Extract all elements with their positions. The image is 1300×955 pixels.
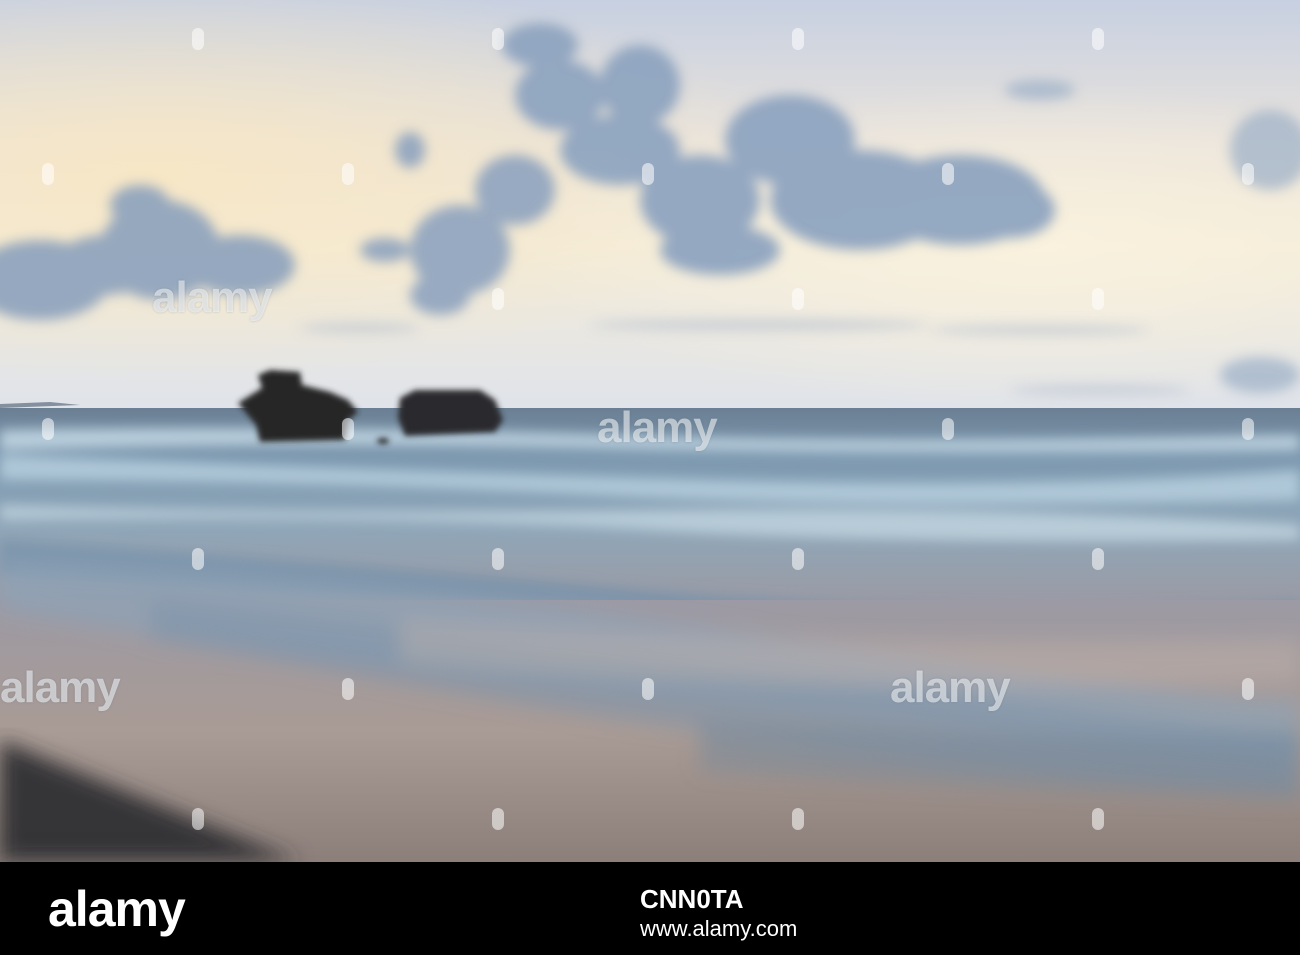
watermark-mark <box>1242 418 1254 440</box>
image-id: CNN0TA <box>640 884 744 914</box>
stock-photo-page: alamy alamy alamy alamy alamy CNN0TA www… <box>0 0 1300 955</box>
watermark-mark <box>942 163 954 185</box>
watermark-mark <box>192 548 204 570</box>
watermark-mark <box>42 163 54 185</box>
rock-right <box>398 390 503 436</box>
watermark-text: alamy <box>890 663 1011 712</box>
watermark-mark <box>342 163 354 185</box>
watermark-mark <box>492 28 504 50</box>
watermark-mark <box>792 808 804 830</box>
watermark-mark <box>792 28 804 50</box>
watermark-mark <box>1242 678 1254 700</box>
watermark-mark <box>792 548 804 570</box>
watermark-mark <box>642 163 654 185</box>
watermark-mark <box>492 288 504 310</box>
watermark-text: alamy <box>597 403 718 452</box>
watermark-mark <box>942 418 954 440</box>
footer-url[interactable]: www.alamy.com <box>640 916 797 942</box>
watermark-mark <box>1092 548 1104 570</box>
watermark-mark <box>1092 28 1104 50</box>
watermark-mark <box>492 548 504 570</box>
beach-photo: alamy alamy alamy alamy <box>0 0 1300 862</box>
watermark-mark <box>192 28 204 50</box>
watermark-mark <box>1092 288 1104 310</box>
watermark-mark <box>642 678 654 700</box>
watermark-mark <box>342 678 354 700</box>
watermark-mark <box>42 418 54 440</box>
watermark-mark <box>792 288 804 310</box>
watermark-mark <box>192 808 204 830</box>
footer-logo: alamy <box>48 881 186 937</box>
watermark-text: alamy <box>152 273 273 322</box>
watermark-mark <box>492 808 504 830</box>
watermark-text: alamy <box>0 663 121 712</box>
rock-small <box>377 438 389 444</box>
watermark-mark <box>342 418 354 440</box>
footer-bar: alamy CNN0TA www.alamy.com <box>0 862 1300 955</box>
watermark-mark <box>1242 163 1254 185</box>
watermark-mark <box>1092 808 1104 830</box>
